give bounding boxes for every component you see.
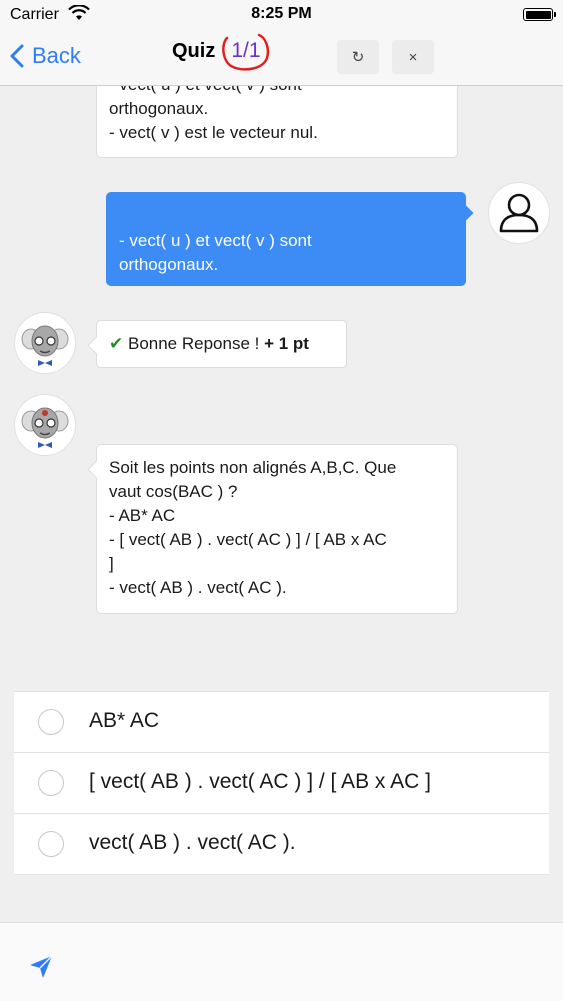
nav-bar: Back Quiz 1/1 ↻ × [0, 28, 563, 86]
close-button[interactable]: × [392, 40, 434, 74]
feedback-message: ✔ Bonne Reponse ! + 1 pt [96, 320, 347, 368]
professor-icon [21, 325, 69, 366]
check-icon: ✔ [109, 334, 124, 353]
bot-message-previous: - vect( u ) et vect( v ) sont orthogonau… [96, 86, 458, 158]
answer-options: AB* AC [ vect( AB ) . vect( AC ) ] / [ A… [14, 691, 549, 875]
option-label: vect( AB ) . vect( AC ). [89, 831, 296, 854]
bot-avatar [14, 394, 76, 456]
quiz-title: Quiz [172, 39, 216, 62]
option-label: [ vect( AB ) . vect( AC ) ] / [ AB x AC … [89, 770, 431, 793]
close-icon: × [408, 48, 418, 66]
refresh-button[interactable]: ↻ [337, 40, 379, 74]
radio-button[interactable] [38, 831, 64, 857]
chevron-left-icon [10, 44, 24, 68]
clock: 8:25 PM [251, 5, 312, 22]
option-label: AB* AC [89, 709, 160, 732]
battery-icon [523, 8, 556, 21]
radio-button[interactable] [38, 770, 64, 796]
user-avatar [488, 182, 550, 244]
user-icon [499, 193, 539, 233]
back-button[interactable]: Back [10, 38, 81, 74]
question-message: Soit les points non alignés A,B,C. Que v… [96, 444, 458, 614]
feedback-text: Bonne Reponse ! [127, 334, 265, 353]
refresh-icon: ↻ [351, 49, 365, 66]
points-label: + 1 pt [264, 334, 309, 353]
status-bar: Carrier 8:25 PM [0, 0, 563, 28]
page-title: Quiz 1/1 [172, 33, 270, 71]
answer-option[interactable]: [ vect( AB ) . vect( AC ) ] / [ AB x AC … [14, 753, 549, 814]
back-label: Back [32, 43, 81, 68]
professor-icon [21, 407, 69, 448]
bot-avatar [14, 312, 76, 374]
answer-option[interactable]: AB* AC [14, 692, 549, 753]
user-message: - vect( u ) et vect( v ) sont orthogonau… [106, 192, 466, 286]
quiz-counter-value: 1/1 [231, 39, 261, 62]
answer-option[interactable]: vect( AB ) . vect( AC ). [14, 814, 549, 874]
bottom-toolbar [0, 922, 563, 1001]
quiz-counter: 1/1 [222, 33, 270, 71]
radio-button[interactable] [38, 709, 64, 735]
send-icon[interactable] [27, 953, 55, 981]
chat-area[interactable]: - vect( u ) et vect( v ) sont orthogonau… [0, 86, 563, 686]
